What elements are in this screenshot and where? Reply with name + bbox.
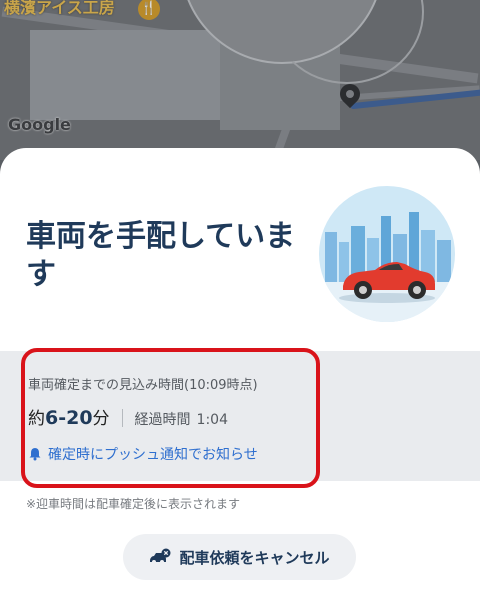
map-blur-region [30, 30, 220, 120]
pickup-note: ※迎車時間は配車確定後に表示されます [26, 497, 241, 511]
map-view[interactable]: 横濱アイス工房 🍴 Google [0, 0, 480, 160]
map-logo: Google [8, 115, 71, 134]
estimate-unit: 分 [92, 409, 110, 429]
map-place-label[interactable]: 横濱アイス工房 [4, 0, 115, 18]
estimate-value: 6-20 [45, 407, 93, 429]
estimate-prefix: 約 [28, 409, 45, 429]
push-notify-link[interactable]: 確定時にプッシュ通知でお知らせ [28, 444, 258, 464]
elapsed-label: 経過時間 [134, 412, 191, 428]
estimate-label: 車両確定までの見込み時間(10:09時点) [28, 378, 258, 393]
page-title: 車両を手配しています [26, 219, 296, 292]
estimate-row: 約 6-20 分 経過時間 1:04 [28, 404, 228, 432]
car-cancel-icon [150, 548, 171, 564]
cancel-dispatch-label: 配車依頼をキャンセル [179, 548, 330, 567]
bell-icon [29, 448, 41, 461]
elapsed-value: 1:04 [196, 412, 228, 428]
car-illustration [319, 186, 455, 322]
fork-knife-icon: 🍴 [138, 0, 160, 20]
divider [121, 409, 123, 427]
push-notify-text: 確定時にプッシュ通知でお知らせ [48, 447, 258, 463]
cancel-dispatch-button[interactable]: 配車依頼をキャンセル [123, 534, 356, 580]
